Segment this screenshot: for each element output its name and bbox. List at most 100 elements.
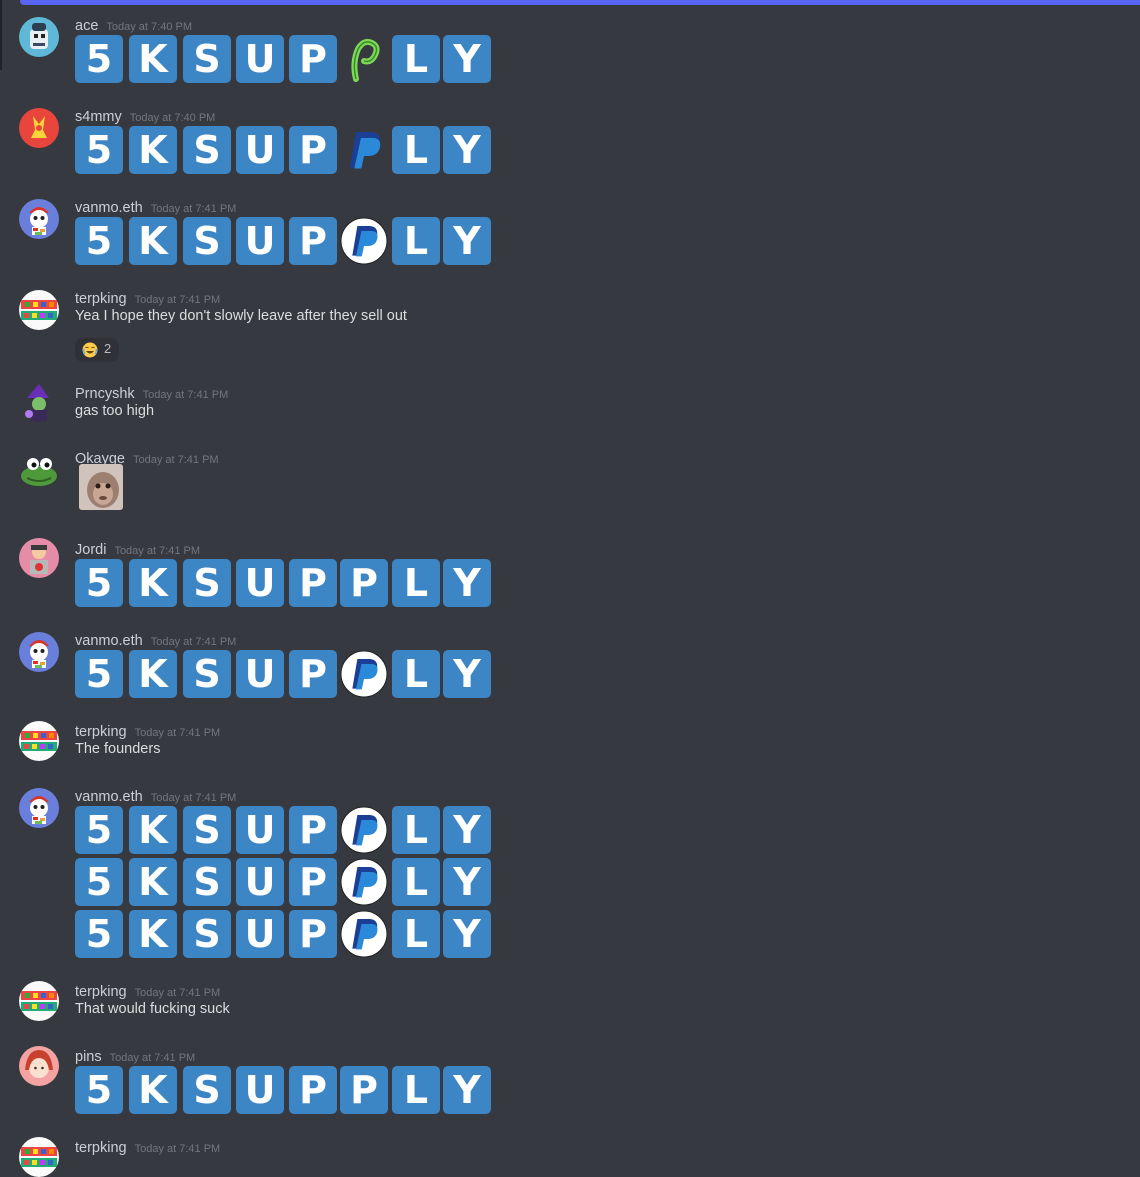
emote-letter[interactable]: L <box>392 217 440 265</box>
emote-letter[interactable]: P <box>289 1066 337 1114</box>
reaction[interactable]: 2 <box>75 338 119 362</box>
avatar[interactable] <box>19 981 59 1021</box>
avatar[interactable] <box>19 1046 59 1086</box>
emote-letter[interactable]: L <box>392 910 440 958</box>
paypal-circle-emote[interactable] <box>340 806 388 854</box>
emote-letter[interactable]: U <box>236 35 284 83</box>
emote-letter[interactable]: L <box>392 858 440 906</box>
emote-letter[interactable]: P <box>289 35 337 83</box>
emote-letter[interactable]: P <box>340 1066 388 1114</box>
emote-letter[interactable]: P <box>289 858 337 906</box>
emote-letter[interactable]: Y <box>443 650 491 698</box>
avatar[interactable] <box>19 108 59 148</box>
avatar[interactable] <box>19 788 59 828</box>
emote-letter[interactable]: Y <box>443 806 491 854</box>
avatar[interactable] <box>19 721 59 761</box>
emote-letter[interactable]: U <box>236 910 284 958</box>
emote-letter[interactable]: U <box>236 650 284 698</box>
emote-letter[interactable]: 5 <box>75 217 123 265</box>
emote-letter[interactable]: 5 <box>75 858 123 906</box>
emote-letter[interactable]: S <box>183 35 231 83</box>
emote-letter[interactable]: 5 <box>75 910 123 958</box>
username[interactable]: vanmo.eth <box>75 789 143 805</box>
avatar[interactable] <box>19 450 59 490</box>
emote-letter[interactable]: Y <box>443 559 491 607</box>
emote-letter[interactable]: Y <box>443 910 491 958</box>
username[interactable]: Prncyshk <box>75 386 135 402</box>
emote-letter[interactable]: K <box>129 126 177 174</box>
emote-letter[interactable]: U <box>236 126 284 174</box>
emote-letter[interactable]: K <box>129 650 177 698</box>
emote-letter[interactable]: Y <box>443 35 491 83</box>
emote-letter[interactable]: S <box>183 126 231 174</box>
paypal-circle-emote[interactable] <box>340 650 388 698</box>
emote-letter[interactable]: K <box>129 35 177 83</box>
emote-letter[interactable]: S <box>183 650 231 698</box>
emote-letter[interactable]: P <box>289 126 337 174</box>
monkey-gif[interactable] <box>79 464 123 510</box>
avatar[interactable] <box>19 1137 59 1177</box>
emote-letter[interactable]: S <box>183 910 231 958</box>
username[interactable]: vanmo.eth <box>75 633 143 649</box>
paypal-circle-emote[interactable] <box>340 217 388 265</box>
emote-letter[interactable]: P <box>289 806 337 854</box>
emote-letter[interactable]: 5 <box>75 35 123 83</box>
emote-letter[interactable]: S <box>183 858 231 906</box>
paypal-circle-emote[interactable] <box>340 858 388 906</box>
emote-letter[interactable]: U <box>236 217 284 265</box>
emote-letter[interactable]: 5 <box>75 806 123 854</box>
emote-letter[interactable]: K <box>129 858 177 906</box>
emote-letter[interactable]: Y <box>443 217 491 265</box>
emote-letter[interactable]: L <box>392 126 440 174</box>
username[interactable]: terpking <box>75 1140 127 1156</box>
avatar[interactable] <box>19 199 59 239</box>
emote-letter[interactable]: L <box>392 806 440 854</box>
paypal-circle-emote[interactable] <box>340 910 388 958</box>
username[interactable]: Jordi <box>75 542 106 558</box>
username[interactable]: terpking <box>75 724 127 740</box>
emote-letter[interactable]: L <box>392 650 440 698</box>
avatar[interactable] <box>19 538 59 578</box>
timestamp: Today at 7:41 PM <box>134 727 221 739</box>
username[interactable]: s4mmy <box>75 109 122 125</box>
avatar[interactable] <box>19 382 59 422</box>
emote-letter[interactable]: 5 <box>75 126 123 174</box>
emote-letter[interactable]: P <box>289 910 337 958</box>
emote-letter[interactable]: P <box>289 650 337 698</box>
emote-letter[interactable]: K <box>129 559 177 607</box>
username[interactable]: terpking <box>75 984 127 1000</box>
green-p-emote[interactable] <box>340 35 388 83</box>
emote-letter[interactable]: P <box>340 559 388 607</box>
emote-letter[interactable]: 5 <box>75 1066 123 1114</box>
username[interactable]: vanmo.eth <box>75 200 143 216</box>
avatar[interactable] <box>19 632 59 672</box>
emote-letter[interactable]: L <box>392 1066 440 1114</box>
emote-letter[interactable]: Y <box>443 858 491 906</box>
emote-letter[interactable]: S <box>183 559 231 607</box>
emote-letter[interactable]: L <box>392 559 440 607</box>
username[interactable]: ace <box>75 18 98 34</box>
emote-letter[interactable]: K <box>129 217 177 265</box>
paypal-emote[interactable] <box>340 126 388 174</box>
avatar[interactable] <box>19 290 59 330</box>
emote-letter[interactable]: 5 <box>75 559 123 607</box>
emote-letter[interactable]: S <box>183 806 231 854</box>
emote-letter[interactable]: U <box>236 806 284 854</box>
emote-letter[interactable]: L <box>392 35 440 83</box>
emote-letter[interactable]: K <box>129 806 177 854</box>
emote-letter[interactable]: P <box>289 559 337 607</box>
username[interactable]: pins <box>75 1049 102 1065</box>
avatar[interactable] <box>19 17 59 57</box>
emote-letter[interactable]: S <box>183 217 231 265</box>
emote-letter[interactable]: S <box>183 1066 231 1114</box>
emote-letter[interactable]: 5 <box>75 650 123 698</box>
username[interactable]: terpking <box>75 291 127 307</box>
emote-letter[interactable]: U <box>236 1066 284 1114</box>
emote-letter[interactable]: U <box>236 858 284 906</box>
emote-letter[interactable]: U <box>236 559 284 607</box>
emote-letter[interactable]: K <box>129 910 177 958</box>
emote-letter[interactable]: P <box>289 217 337 265</box>
emote-letter[interactable]: Y <box>443 126 491 174</box>
emote-letter[interactable]: K <box>129 1066 177 1114</box>
emote-letter[interactable]: Y <box>443 1066 491 1114</box>
